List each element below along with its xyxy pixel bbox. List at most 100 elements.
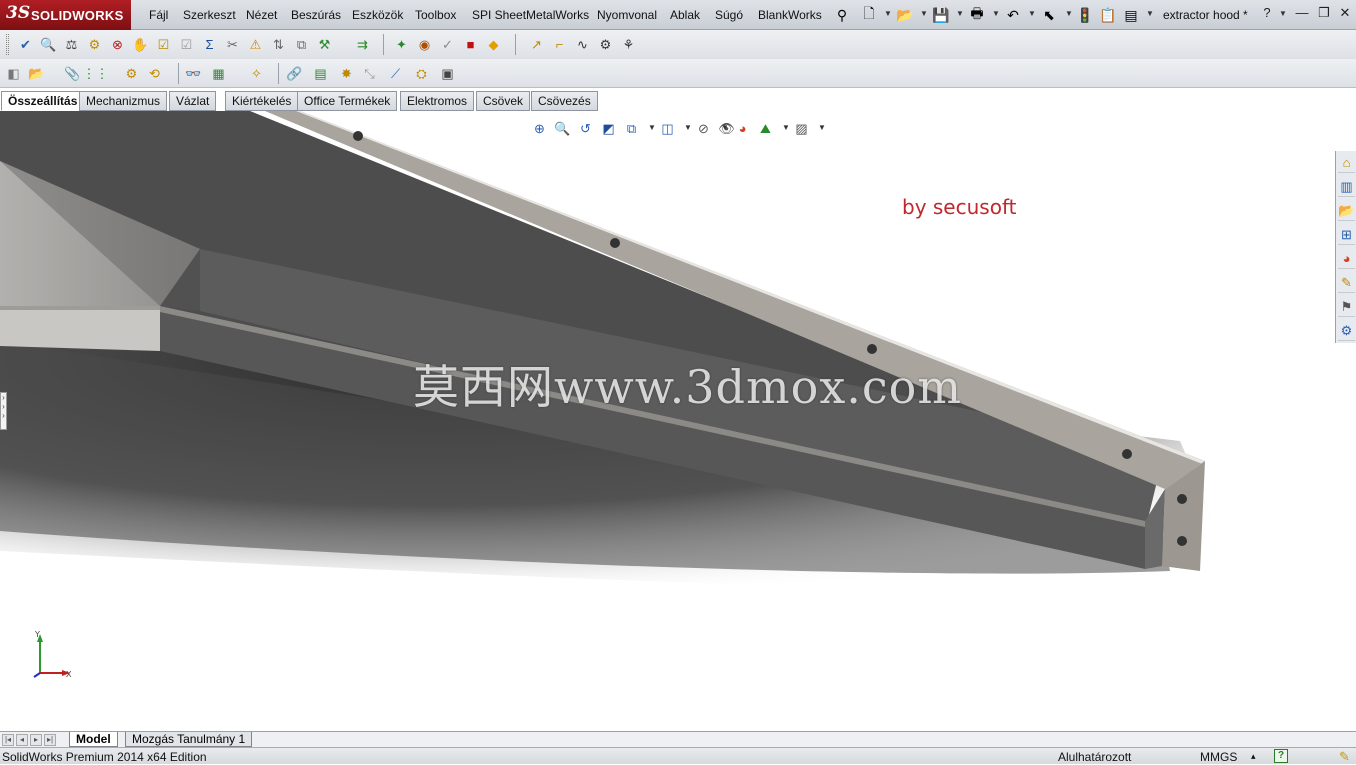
smart-fasteners-icon[interactable]: ⚙ [122, 64, 141, 83]
check-icon[interactable]: ☑ [154, 35, 173, 54]
dropdown-arrow-icon[interactable]: ▼ [992, 9, 1000, 18]
rebuild-traffic-light-icon[interactable]: 🚦 [1076, 6, 1094, 24]
tile-vertical-icon[interactable]: ◫ [1265, 111, 1281, 113]
view-palette-icon[interactable]: ⊞ [1338, 225, 1355, 245]
app-restore-button[interactable]: ❐ [1315, 5, 1333, 23]
mass-properties-icon[interactable]: ⚙ [85, 35, 104, 54]
color-square-icon[interactable]: ■ [461, 35, 480, 54]
hole-series-icon[interactable]: ◉ [415, 35, 434, 54]
new-document-icon[interactable]: 🗋 [860, 5, 878, 24]
menu-routing[interactable]: Nyomvonal [597, 8, 657, 22]
route-icon[interactable]: ↗ [527, 35, 546, 54]
mate-icon[interactable]: 📎 [63, 64, 82, 83]
toolbox-icon[interactable]: ⚙ [1338, 321, 1355, 341]
help-dropdown-arrow-icon[interactable]: ▼ [1279, 9, 1287, 18]
dropdown-arrow-icon[interactable]: ▼ [648, 123, 656, 132]
dynamic-annotation-icon[interactable]: ⧉ [622, 119, 641, 138]
instant3d-icon[interactable]: ⟋ [386, 64, 405, 83]
warning-icon[interactable]: ⚠ [246, 35, 265, 54]
minimize-icon[interactable]: — [1288, 111, 1304, 113]
compare-icon[interactable]: ⧉ [292, 35, 311, 54]
linear-pattern-icon[interactable]: ⋮⋮ [83, 64, 109, 83]
apply-scene-icon[interactable]: ⛰ [756, 119, 775, 138]
display-style-icon[interactable]: ⊘ [694, 119, 713, 138]
save-icon[interactable]: 💾 [932, 6, 950, 24]
explode-line-sketch-icon[interactable]: ⤡ [360, 64, 379, 83]
tab-evaluate[interactable]: Kiértékelés [225, 91, 299, 111]
menu-blankworks[interactable]: BlankWorks [758, 8, 822, 22]
interference-detection-icon[interactable]: ⊗ [108, 35, 127, 54]
validate-icon[interactable]: ✓ [438, 35, 457, 54]
file-properties-icon[interactable]: 📋 [1099, 6, 1117, 24]
quick-tips-help-icon[interactable]: ? [1274, 749, 1288, 763]
find-replace-icon[interactable]: 🔍 [39, 35, 58, 54]
dropdown-arrow-icon[interactable]: ▼ [818, 123, 826, 132]
graphics-area[interactable]: ⊕🔍↺◩⧉◫⊘👁◕⛰▨▼▼▼▼▼ ◫◫—❐✕ by secusoft 莫西网ww… [0, 111, 1356, 731]
section-view-icon[interactable]: ◩ [599, 119, 618, 138]
clearance-verification-icon[interactable]: ✋ [131, 35, 150, 54]
tab-office-products[interactable]: Office Termékek [297, 91, 398, 111]
next-tab-arrow-icon[interactable]: ▸ [30, 734, 42, 746]
snapshot-icon[interactable]: ▣ [438, 64, 457, 83]
undo-icon[interactable]: ↶ [1004, 6, 1022, 24]
spline-icon[interactable]: ∿ [573, 35, 592, 54]
route-properties-icon[interactable]: ⚙ [596, 35, 615, 54]
edit-appearance-icon[interactable]: ◕ [733, 119, 752, 138]
units-dropdown-arrow-icon[interactable]: ▴ [1251, 751, 1256, 762]
reference-geometry-icon[interactable]: ✧ [247, 64, 266, 83]
help-question-icon[interactable]: ? [1258, 5, 1276, 23]
wire-icon[interactable]: ⚘ [619, 35, 638, 54]
tools-icon[interactable]: ✂ [223, 35, 242, 54]
menu-window[interactable]: Ablak [670, 8, 700, 22]
select-cursor-icon[interactable]: ⬉ [1040, 6, 1058, 24]
dropdown-arrow-icon[interactable]: ▼ [721, 123, 729, 132]
menu-file[interactable]: Fájl [149, 8, 168, 22]
tab-sketch[interactable]: Vázlat [169, 91, 217, 111]
menu-spi-sheetmetalworks[interactable]: SPI SheetMetalWorks [472, 8, 589, 22]
pin-icon[interactable]: ⚲ [833, 6, 851, 24]
dropdown-arrow-icon[interactable]: ▼ [684, 123, 692, 132]
bill-of-materials-icon[interactable]: ▤ [311, 64, 330, 83]
move-component-icon[interactable]: ⟲ [145, 64, 164, 83]
menu-insert[interactable]: Beszúrás [291, 8, 341, 22]
options-icon[interactable]: ▤ [1122, 6, 1140, 24]
last-tab-arrow-icon[interactable]: ▸| [44, 734, 56, 746]
first-tab-arrow-icon[interactable]: |◂ [2, 734, 14, 746]
new-motion-study-icon[interactable]: 🔗 [285, 64, 304, 83]
view-settings-icon[interactable]: ▨ [792, 119, 811, 138]
tab-motion[interactable]: Mechanizmus [79, 91, 168, 111]
dropdown-arrow-icon[interactable]: ▼ [1146, 9, 1154, 18]
export-icon[interactable]: ⇉ [353, 35, 372, 54]
dropdown-arrow-icon[interactable]: ▼ [782, 123, 790, 132]
custom-properties-icon[interactable]: ✎ [1338, 273, 1355, 293]
tab-model[interactable]: Model [69, 732, 118, 747]
tab-piping[interactable]: Csövezés [531, 91, 598, 111]
component-icon[interactable]: ◧ [4, 64, 23, 83]
zoom-to-fit-icon[interactable]: ⊕ [530, 119, 549, 138]
dropdown-arrow-icon[interactable]: ▼ [920, 9, 928, 18]
menu-tools[interactable]: Eszközök [352, 8, 403, 22]
tile-horizontal-icon[interactable]: ◫ [1242, 111, 1258, 113]
dropdown-arrow-icon[interactable]: ▼ [956, 9, 964, 18]
solidworks-forum-icon[interactable]: ⚑ [1338, 297, 1355, 317]
toolbar-grip[interactable] [6, 34, 9, 55]
tab-assembly[interactable]: Összeállítás [1, 91, 85, 111]
solidworks-resources-icon[interactable]: ⌂ [1338, 153, 1355, 173]
appearances-icon[interactable]: ◕ [1338, 249, 1355, 269]
spell-check-icon[interactable]: ✔ [16, 35, 35, 54]
exploded-view-icon[interactable]: ✸ [337, 64, 356, 83]
prev-tab-arrow-icon[interactable]: ◂ [16, 734, 28, 746]
view-orientation-icon[interactable]: ◫ [658, 119, 677, 138]
app-close-button[interactable]: ✕ [1336, 5, 1354, 23]
menu-view[interactable]: Nézet [246, 8, 277, 22]
insert-component-icon[interactable]: 📂 [27, 64, 46, 83]
large-assembly-icon[interactable]: ⛭ [412, 64, 431, 83]
menu-edit[interactable]: Szerkeszt [183, 8, 236, 22]
tab-motion-study-1[interactable]: Mozgás Tanulmány 1 [125, 732, 253, 747]
assembly-features-icon[interactable]: ▦ [209, 64, 228, 83]
tab-electrical[interactable]: Elektromos [400, 91, 475, 111]
appearance-icon[interactable]: ◆ [484, 35, 503, 54]
check-disabled-icon[interactable]: ☑ [177, 35, 196, 54]
pipe-icon[interactable]: ⌐ [550, 35, 569, 54]
measure-icon[interactable]: ⚖ [62, 35, 81, 54]
